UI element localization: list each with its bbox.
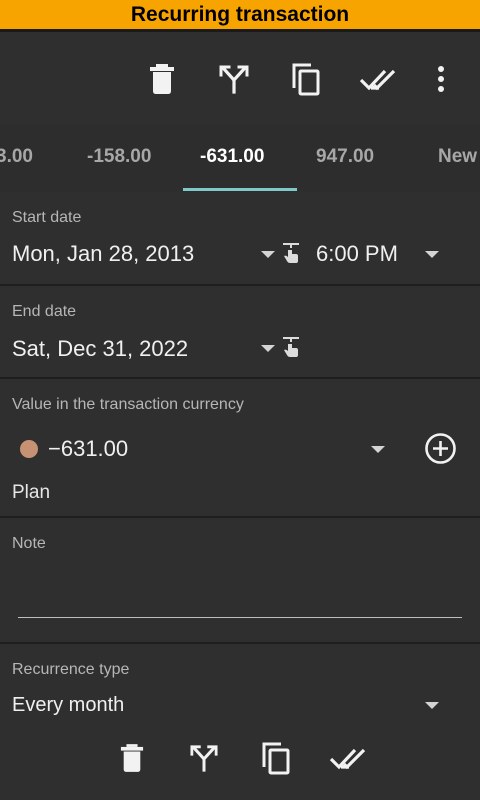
- copy-icon[interactable]: [256, 738, 296, 778]
- tab-transaction-1[interactable]: 3.00: [0, 124, 33, 192]
- add-circle-icon[interactable]: [424, 432, 457, 465]
- note-underline: [18, 617, 462, 618]
- currency-dropdown[interactable]: [371, 446, 385, 453]
- end-date-card: End date Sat, Dec 31, 2022: [0, 286, 480, 379]
- copy-icon[interactable]: [286, 59, 326, 99]
- start-date-value[interactable]: Mon, Jan 28, 2013: [12, 241, 194, 267]
- currency-color-dot: [20, 440, 38, 458]
- done-all-icon[interactable]: [358, 59, 398, 99]
- split-icon[interactable]: [184, 738, 224, 778]
- delete-icon[interactable]: [142, 59, 182, 99]
- start-date-label: Start date: [12, 209, 82, 226]
- tab-transaction-3[interactable]: -631.00: [200, 124, 264, 192]
- delete-icon[interactable]: [112, 738, 152, 778]
- value-card: Value in the transaction currency −631.0…: [0, 379, 480, 518]
- start-date-card: Start date Mon, Jan 28, 2013 6:00 PM: [0, 192, 480, 286]
- recurrence-card: Recurrence type Every month: [0, 644, 480, 716]
- recurrence-dropdown[interactable]: [425, 702, 439, 709]
- bottom-action-bar: [0, 716, 480, 800]
- note-card: Note: [0, 518, 480, 644]
- start-time-value[interactable]: 6:00 PM: [316, 241, 398, 267]
- tab-new[interactable]: New: [438, 124, 477, 192]
- tab-transaction-2[interactable]: -158.00: [87, 124, 151, 192]
- recurrence-value[interactable]: Every month: [12, 694, 124, 717]
- end-date-dropdown[interactable]: [261, 345, 275, 352]
- done-all-icon[interactable]: [328, 738, 368, 778]
- more-vert-icon[interactable]: [421, 59, 461, 99]
- timezone-icon[interactable]: [281, 336, 301, 358]
- value-label: Value in the transaction currency: [12, 396, 244, 413]
- start-date-dropdown[interactable]: [261, 251, 275, 258]
- plan-label[interactable]: Plan: [12, 482, 50, 504]
- window-title: Recurring transaction: [130, 3, 350, 26]
- top-toolbar: [0, 32, 480, 124]
- active-tab-indicator: [183, 188, 297, 191]
- window-title-bar: Recurring transaction: [0, 0, 480, 32]
- split-icon[interactable]: [214, 59, 254, 99]
- note-label: Note: [12, 535, 46, 552]
- amount-value[interactable]: −631.00: [48, 436, 128, 462]
- transaction-tabs: 3.00 -158.00 -631.00 947.00 New: [0, 124, 480, 193]
- end-date-value[interactable]: Sat, Dec 31, 2022: [12, 336, 188, 362]
- start-time-dropdown[interactable]: [425, 251, 439, 258]
- note-input[interactable]: [18, 578, 462, 618]
- tab-transaction-4[interactable]: 947.00: [316, 124, 374, 192]
- end-date-label: End date: [12, 303, 77, 320]
- timezone-icon[interactable]: [281, 242, 301, 264]
- recurrence-label: Recurrence type: [12, 661, 130, 678]
